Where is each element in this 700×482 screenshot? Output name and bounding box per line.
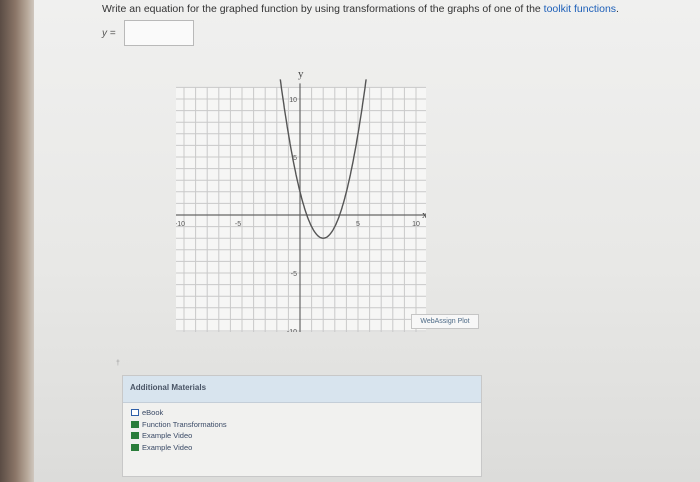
graph-grid (176, 86, 426, 332)
plot-area (176, 87, 426, 332)
material-example-video-1[interactable]: Example Video (131, 430, 227, 442)
material-label: Function Transformations (142, 419, 227, 429)
toolkit-functions-link[interactable]: toolkit functions (544, 3, 616, 15)
y-tick-label: -5 (291, 271, 297, 278)
question-prefix: Write an equation for the graphed functi… (102, 3, 544, 15)
function-graph: y x -10-5510105-5-10 (176, 68, 426, 332)
x-tick-label: -5 (235, 221, 241, 228)
y-tick-label: -10 (287, 329, 297, 332)
material-example-video-2[interactable]: Example Video (131, 442, 227, 454)
material-label: eBook (142, 408, 164, 418)
x-tick-label: 5 (356, 221, 360, 228)
document-icon (131, 432, 139, 440)
background-edge (0, 0, 34, 482)
x-tick-label: 10 (412, 221, 420, 228)
material-label: Example Video (142, 442, 193, 452)
dagger-mark: † (116, 360, 120, 367)
x-axis-label: x (422, 209, 426, 221)
x-tick-label: -10 (176, 221, 185, 228)
y-axis-label: y (298, 68, 304, 80)
answer-label: y = (102, 28, 116, 39)
book-icon (131, 409, 139, 417)
y-tick-label: 10 (289, 97, 297, 104)
materials-list: eBook Function Transformations Example V… (131, 407, 227, 453)
material-ebook[interactable]: eBook (131, 407, 227, 419)
question-text: Write an equation for the graphed functi… (102, 3, 619, 15)
document-icon (131, 443, 139, 451)
question-suffix: . (616, 3, 619, 15)
material-label: Example Video (142, 431, 193, 441)
answer-input[interactable] (124, 20, 194, 46)
material-function-transformations[interactable]: Function Transformations (131, 419, 227, 431)
document-icon (131, 420, 139, 428)
additional-materials-panel: Additional Materials eBook Function Tran… (122, 375, 482, 477)
webassign-plot-badge[interactable]: WebAssign Plot (411, 314, 479, 329)
materials-header: Additional Materials (123, 376, 481, 403)
